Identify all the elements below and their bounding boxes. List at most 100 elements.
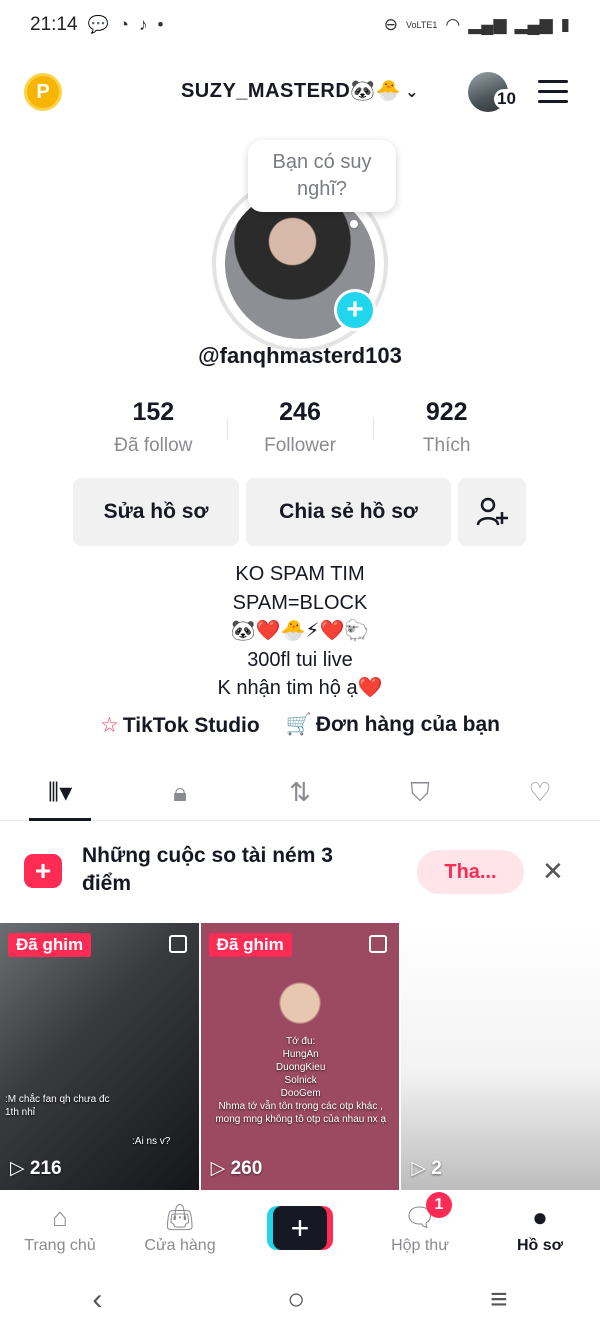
video-grid: Đã ghim :M chắc fan qh chưa đc 1th nhỉ :… <box>0 923 600 1190</box>
status-bar: 21:14 💬 ◔ ♪ • ⊖ VoLTE1 ◠ ▂▄▆ ▂▄▆ ▮ <box>0 0 600 50</box>
video-caption: :M chắc fan qh chưa đc 1th nhỉ <box>5 1094 110 1118</box>
nav-home[interactable]: ⌂ Trang chủ <box>0 1190 120 1266</box>
stat-value: 922 <box>425 398 468 426</box>
orders-label: Đơn hàng của bạn <box>315 713 500 736</box>
add-friend-button[interactable] <box>458 478 526 546</box>
add-photo-icon[interactable]: + <box>334 289 376 331</box>
tiktok-icon: ♪ <box>139 15 148 34</box>
edit-profile-button[interactable]: Sửa hồ sơ <box>73 478 239 546</box>
speedometer-icon: ◔ <box>118 15 129 34</box>
profile-handle: @fanqhmasterd103 <box>198 343 402 368</box>
view-count-value: 260 <box>230 1158 263 1179</box>
nav-label: Trang chủ <box>24 1236 96 1254</box>
pinned-badge: Đã ghim <box>208 933 292 957</box>
wifi-icon: ◠ <box>445 15 461 34</box>
profile-links: ☆ TikTok Studio 🛒 Đơn hàng của bạn <box>0 713 600 738</box>
multi-photo-icon <box>369 935 388 953</box>
promo-button[interactable]: Tha... <box>417 850 524 894</box>
plus-icon: + <box>273 1206 327 1250</box>
bookmark-icon: ⛉ <box>410 776 430 807</box>
bio-line: 🐼❤️🐣⚡❤️🐑 <box>230 620 370 642</box>
system-nav: ‹ ○ ≡ <box>0 1266 600 1333</box>
orders-link[interactable]: 🛒 Đơn hàng của bạn <box>286 713 500 738</box>
signal-icon: ▂▄▆ <box>468 15 507 34</box>
nav-label: Hồ sơ <box>516 1236 564 1254</box>
nav-create[interactable]: + <box>240 1190 360 1266</box>
video-thumbnail[interactable]: Đã ghim :M chắc fan qh chưa đc 1th nhỉ :… <box>0 923 199 1190</box>
view-count-value: 216 <box>29 1158 62 1179</box>
studio-label: TikTok Studio <box>122 714 260 737</box>
content-tabs: ⦀▾ 🔒︎ ⇅ ⛉ ♡ <box>0 765 600 821</box>
bubble-tail <box>350 220 358 228</box>
stat-followers[interactable]: 246 Follower <box>226 398 374 457</box>
nav-shop[interactable]: 👜︎ Cửa hàng <box>120 1190 240 1266</box>
profile-stats: 152 Đã follow 246 Follower 922 Thích <box>80 398 520 457</box>
menu-icon[interactable] <box>538 80 568 110</box>
video-caption-2: :Ai ns v? <box>132 1136 171 1147</box>
bottom-nav: ⌂ Trang chủ 👜︎ Cửa hàng + 🗨︎ Hộp thư 1 ●… <box>0 1190 600 1266</box>
view-count-value: 2 <box>431 1158 442 1179</box>
tab-reposts[interactable]: ⇅ <box>240 765 360 820</box>
close-icon[interactable]: ✕ <box>542 856 564 887</box>
stat-label: Thích <box>422 435 471 456</box>
profile-header: P SUZY_MASTERD🐼🐣 ⌄ 10 <box>0 62 600 122</box>
view-count: ▷ 260 <box>210 1158 263 1179</box>
notification-count: 10 <box>494 89 519 109</box>
bio-line: 300fl tui live <box>247 648 353 671</box>
cart-icon: 🛒 <box>285 713 312 736</box>
chevron-down-icon: ⌄ <box>405 84 420 101</box>
dot-icon: • <box>157 15 164 34</box>
video-thumbnail[interactable]: ▷ 2 <box>401 923 600 1190</box>
view-count: ▷ 216 <box>10 1158 62 1179</box>
bio-line: SPAM=BLOCK <box>232 591 368 614</box>
note-bubble[interactable]: Bạn có suy nghĩ? <box>248 140 396 212</box>
video-caption: Tớ đu: HungAn DuongKieu Solnick DooGem N… <box>215 1036 387 1125</box>
stat-label: Follower <box>264 435 336 456</box>
repost-icon: ⇅ <box>289 777 311 807</box>
username-label: SUZY_MASTERD🐼🐣 <box>180 80 402 102</box>
heart-icon: ♡ <box>528 777 552 807</box>
home-circle-icon[interactable]: ○ <box>287 1283 305 1317</box>
stat-value: 246 <box>279 398 321 426</box>
tab-favorites[interactable]: ⛉ <box>360 765 480 820</box>
stat-likes[interactable]: 922 Thích <box>373 398 520 457</box>
tiktok-studio-link[interactable]: ☆ TikTok Studio <box>100 713 260 738</box>
create-button: + <box>267 1206 333 1250</box>
stat-value: 152 <box>132 398 175 426</box>
tab-liked[interactable]: ♡ <box>480 765 600 820</box>
recents-icon[interactable]: ≡ <box>490 1283 508 1317</box>
pinned-badge: Đã ghim <box>8 933 92 957</box>
video-thumbnail[interactable]: Đã ghim Tớ đu: HungAn DuongKieu Solnick … <box>200 923 400 1190</box>
profile-icon: ● <box>532 1201 548 1232</box>
grid-icon: ⦀▾ <box>47 776 73 807</box>
nav-profile[interactable]: ● Hồ sơ <box>480 1190 600 1266</box>
shopping-bag-icon: 👜︎ <box>163 1201 197 1232</box>
signal-icon-2: ▂▄▆ <box>514 15 553 34</box>
volte-icon: VoLTE1 <box>406 19 438 30</box>
stat-following[interactable]: 152 Đã follow <box>80 398 227 457</box>
promo-banner: + Những cuộc so tài ném 3 điểm Tha... ✕ <box>0 822 600 922</box>
messenger-icon: 💬 <box>87 15 109 34</box>
inbox-badge: 1 <box>426 1192 452 1218</box>
nav-label: Hộp thư <box>391 1236 449 1254</box>
multi-photo-icon <box>168 935 187 953</box>
lock-icon: 🔒︎ <box>173 776 187 807</box>
share-profile-button[interactable]: Chia sẻ hồ sơ <box>246 478 451 546</box>
home-icon: ⌂ <box>52 1201 68 1232</box>
add-user-icon <box>476 497 508 526</box>
back-icon[interactable]: ‹ <box>92 1283 102 1317</box>
promo-text: Những cuộc so tài ném 3 điểm <box>82 844 333 895</box>
battery-icon: ▮ <box>560 15 570 34</box>
profile-bio: KO SPAM TIM SPAM=BLOCK 🐼❤️🐣⚡❤️🐑 300fl tu… <box>0 560 600 703</box>
bio-line: KO SPAM TIM <box>235 563 365 585</box>
tab-videos[interactable]: ⦀▾ <box>0 765 120 821</box>
stat-label: Đã follow <box>114 435 193 456</box>
nav-inbox[interactable]: 🗨︎ Hộp thư 1 <box>360 1190 480 1266</box>
nav-label: Cửa hàng <box>144 1236 216 1254</box>
view-count: ▷ 2 <box>411 1158 442 1179</box>
status-time: 21:14 <box>30 14 78 35</box>
dnd-icon: ⊖ <box>383 15 399 34</box>
promo-icon: + <box>24 854 62 888</box>
tab-private[interactable]: 🔒︎ <box>120 765 240 820</box>
studio-icon: ☆ <box>100 714 119 737</box>
